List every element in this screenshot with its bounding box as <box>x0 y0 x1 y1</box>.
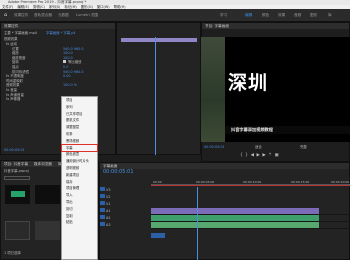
ruler-label-10: 00:00:10:00 <box>243 180 262 184</box>
target-a1-icon[interactable] <box>100 208 105 212</box>
menu-item-project[interactable]: 项目 <box>62 97 97 104</box>
ruler-label-20: 00:00:20:00 <box>331 180 350 184</box>
menu-item-cut[interactable]: 剪切 <box>62 206 97 213</box>
menu-item-new-project[interactable]: 新建项目 <box>62 172 97 179</box>
new-item-context-menu: 项目 序列 已共享项目 脱机文件 调整图层 彩条 黑场视频 字幕 颜色遮罩 通用… <box>61 96 98 260</box>
track-header-v1[interactable]: V1 <box>100 201 150 208</box>
home-icon[interactable]: ⌂ <box>4 12 7 18</box>
transport-controls: {}◀▶▶⇡▣ <box>240 153 281 158</box>
target-a3-icon[interactable] <box>100 222 105 226</box>
tab-audio-mixer[interactable]: 音轨混合器 <box>34 13 52 18</box>
quality-dropdown[interactable]: 完整 <box>300 145 307 150</box>
timeline-playhead[interactable] <box>197 187 198 260</box>
menu-item-adjustment-layer[interactable]: 调整图层 <box>62 124 97 131</box>
menu-item-transparent-video[interactable]: 透明视频 <box>62 165 97 172</box>
track-header-a3[interactable]: A3 <box>100 222 150 229</box>
menu-item-import[interactable]: 导入 <box>62 192 97 199</box>
video-subtitle: 抖音字幕添加视频教程 <box>225 126 350 134</box>
menu-item-countdown[interactable]: 通用倒计时片头 <box>62 158 97 165</box>
menu-item-paste[interactable]: 粘贴 <box>62 219 97 226</box>
tab-learn[interactable]: 学习 <box>220 13 227 18</box>
clip-a2[interactable] <box>151 222 319 228</box>
project-search-input[interactable] <box>4 176 30 180</box>
effect-property-list: fx 运动 位置 缩放 缩放宽度 旋转 锚点 防闪烁滤镜 fx 不透明度 时间重… <box>6 42 66 102</box>
tab-graphics[interactable]: 图形 <box>310 13 317 18</box>
target-v2-icon[interactable] <box>100 194 105 198</box>
program-monitor-title[interactable]: 节目: 字幕画面 <box>202 23 349 29</box>
track-a2[interactable] <box>151 222 350 229</box>
tab-color[interactable]: 颜色 <box>262 13 269 18</box>
tab-audio[interactable]: 音频 <box>294 13 301 18</box>
clip-bar[interactable] <box>121 38 197 42</box>
menu-item-color-matte[interactable]: 颜色遮罩 <box>62 151 97 158</box>
program-timecode[interactable]: 00:00:05:01 <box>204 145 225 150</box>
track-header-a2[interactable]: A2 <box>100 215 150 222</box>
playhead-line[interactable] <box>155 37 156 155</box>
tab-effect-controls[interactable]: 效果控件 <box>14 13 28 18</box>
tab-lumetri[interactable]: Lumetri 范围 <box>76 13 98 18</box>
property-values: 540.0 960.0 100.0 100.0 等比缩放 0.0 540.0 9… <box>63 47 113 88</box>
menu-item-shared-project[interactable]: 已共享项目 <box>62 111 97 118</box>
ruler-label-5: 00:00:05:00 <box>196 180 215 184</box>
uniform-scale-label: 等比缩放 <box>68 60 82 65</box>
media-thumbnail-2[interactable] <box>35 185 60 204</box>
video-effects-header: 视频效果 <box>4 37 18 41</box>
fit-dropdown[interactable]: 适合 <box>255 145 262 150</box>
video-caption: 深圳 <box>228 72 269 94</box>
workspace-bar: ⌂ 效果控件 音轨混合器 元数据 Lumetri 范围 学习 编辑 颜色 效果 … <box>0 9 350 22</box>
clip-v1[interactable] <box>151 208 319 214</box>
timeline-tab[interactable]: 字幕画面 <box>100 163 349 169</box>
export-frame-icon[interactable]: ▣ <box>274 153 281 158</box>
target-v3-icon[interactable] <box>100 187 105 191</box>
ruler-label-15: 00:00:15:00 <box>291 180 310 184</box>
tab-libraries[interactable]: 库 <box>328 13 332 18</box>
panel-tab-effect-controls[interactable]: 效果控件 <box>1 23 115 29</box>
target-v1-icon[interactable] <box>100 201 105 205</box>
clip-a3[interactable] <box>151 233 165 238</box>
timeline-timecode[interactable]: 00:00:05:01 <box>103 170 134 175</box>
media-thumbnail-4[interactable] <box>35 221 60 240</box>
track-a1[interactable] <box>151 215 350 222</box>
tab-metadata[interactable]: 元数据 <box>58 13 69 18</box>
menu-item-project-manager[interactable]: 项目管理 <box>62 185 97 192</box>
target-a2-icon[interactable] <box>100 215 105 219</box>
media-thumbnail-3[interactable] <box>5 221 30 240</box>
tab-media-browser[interactable]: 媒体浏览器 <box>34 161 52 167</box>
clip-a1[interactable] <box>151 215 319 221</box>
sequence-clip-label[interactable]: 字幕画面 * 字幕.p4 <box>46 31 76 36</box>
menu-item-save[interactable]: 保存 <box>62 179 97 186</box>
property-panner[interactable]: fx 声像器 <box>6 97 66 102</box>
menu-item-title[interactable]: 字幕 <box>61 143 98 153</box>
source-clip-label: 主要 * 字幕画面.mp4 <box>4 31 37 35</box>
work-area-bar[interactable] <box>151 185 350 186</box>
tab-project[interactable]: 项目: 抖音字幕 <box>4 161 28 167</box>
value-antiflicker[interactable]: 0.00 <box>63 74 113 79</box>
effect-controls-timecode[interactable]: 00:00:05:01 <box>4 148 25 153</box>
track-header-v2[interactable]: V2 <box>100 194 150 201</box>
tab-effects[interactable]: 效果 <box>278 13 285 18</box>
effect-controls-timeline <box>116 22 201 155</box>
menu-item-sequence[interactable]: 序列 <box>62 104 97 111</box>
media-thumbnail-1[interactable] <box>5 185 30 204</box>
effect-controls-panel: 效果控件 主要 * 字幕画面.mp4 字幕画面 * 字幕.p4 视频效果 fx … <box>0 22 116 155</box>
menu-item-black-video[interactable]: 黑场视频 <box>62 138 97 145</box>
menu-item-export[interactable]: 导出 <box>62 199 97 206</box>
tab-edit[interactable]: 编辑 <box>245 13 252 18</box>
menu-item-offline-file[interactable]: 脱机文件 <box>62 117 97 124</box>
item-count: 1 项已选择 <box>4 251 21 255</box>
menu-item-bars[interactable]: 彩条 <box>62 131 97 138</box>
project-file-name: 抖音字幕.prproj <box>4 169 29 173</box>
track-v1[interactable] <box>151 208 350 215</box>
track-headers: V3 V2 V1 A1 A2 A3 <box>100 187 150 229</box>
track-header-a1[interactable]: A1 <box>100 208 150 215</box>
menu-item-copy[interactable]: 复制 <box>62 213 97 220</box>
ruler-label-0: 00:00 <box>153 180 162 184</box>
track-header-v3[interactable]: V3 <box>100 187 150 194</box>
value-opacity[interactable]: 100.0 % <box>63 83 113 88</box>
